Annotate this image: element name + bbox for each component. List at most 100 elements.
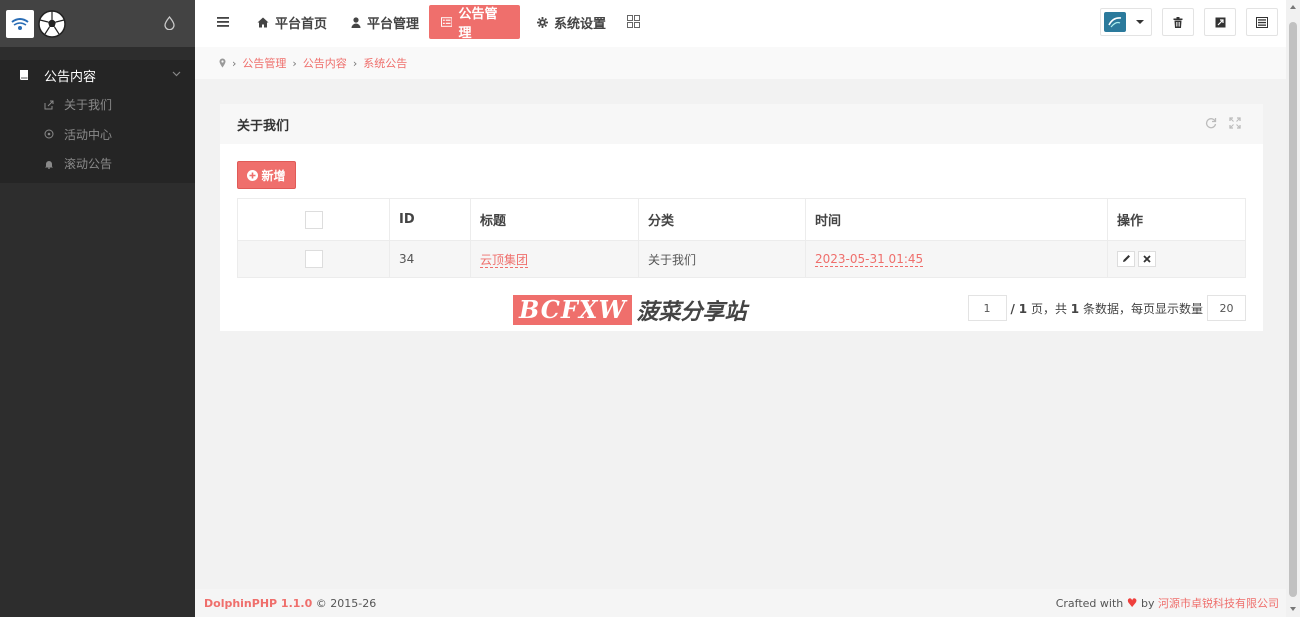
cell-actions bbox=[1107, 240, 1246, 278]
footer: DolphinPHP 1.1.0 © 2015-26 Crafted with … bbox=[195, 589, 1286, 617]
side-panel-button[interactable] bbox=[1246, 8, 1278, 36]
select-all-cell bbox=[237, 198, 390, 241]
nav-announcement-management[interactable]: 公告管理 bbox=[429, 5, 520, 41]
main-content: 关于我们 新增 ID 标题 分类 时间 操作 34 云顶集团 关于我们 2023… bbox=[195, 79, 1286, 589]
fullscreen-icon[interactable] bbox=[1229, 117, 1241, 129]
block-title: 关于我们 bbox=[237, 118, 290, 134]
nav-label: 公告管理 bbox=[458, 7, 498, 41]
row-select-cell bbox=[237, 240, 390, 278]
sidebar-item-about-us[interactable]: 关于我们 bbox=[0, 90, 195, 120]
breadcrumb-separator-icon: › bbox=[292, 56, 297, 70]
footer-by: by bbox=[1141, 597, 1155, 610]
watermark-box-text: BCFXW bbox=[513, 295, 633, 325]
refresh-icon[interactable] bbox=[1205, 117, 1217, 129]
apps-grid-icon[interactable] bbox=[627, 15, 640, 28]
football-icon[interactable] bbox=[38, 9, 66, 38]
pencil-icon bbox=[1122, 255, 1130, 263]
sidebar-group-label: 公告内容 bbox=[44, 69, 97, 85]
breadcrumb-item[interactable]: 系统公告 bbox=[363, 55, 407, 71]
breadcrumb-item[interactable]: 公告内容 bbox=[303, 55, 347, 71]
scroll-up-arrow-icon[interactable] bbox=[1290, 5, 1296, 9]
column-header[interactable]: 时间 bbox=[805, 198, 1108, 241]
theme-drop-icon[interactable] bbox=[164, 16, 175, 30]
cell-id: 34 bbox=[389, 240, 471, 278]
heart-icon: ♥ bbox=[1126, 596, 1138, 610]
add-button[interactable]: 新增 bbox=[237, 161, 296, 189]
menu-toggle-icon[interactable] bbox=[217, 17, 229, 27]
table-row: 34 云顶集团 关于我们 2023-05-31 01:45 bbox=[237, 240, 1246, 278]
home-icon bbox=[257, 17, 269, 27]
clear-cache-button[interactable] bbox=[1162, 8, 1194, 36]
sidebar-item-label: 滚动公告 bbox=[64, 157, 113, 172]
nav-platform-home[interactable]: 平台首页 bbox=[245, 5, 339, 39]
page-scrollbar[interactable] bbox=[1286, 0, 1300, 617]
sidebar-item-scroll-notice[interactable]: 滚动公告 bbox=[0, 149, 195, 179]
nav-system-settings[interactable]: 系统设置 bbox=[525, 5, 618, 39]
column-header[interactable]: 标题 bbox=[470, 198, 639, 241]
page-text-suffix: 条数据，每页显示数量 bbox=[1082, 301, 1203, 316]
total-pages: 1 bbox=[1018, 301, 1028, 316]
nav-label: 系统设置 bbox=[554, 16, 607, 32]
sidebar-header bbox=[0, 0, 195, 47]
footer-company-link[interactable]: 河源市卓锐科技有限公司 bbox=[1158, 597, 1279, 610]
data-table: ID 标题 分类 时间 操作 34 云顶集团 关于我们 2023-05-31 0… bbox=[237, 198, 1246, 278]
page-number-input[interactable]: 1 bbox=[967, 295, 1007, 321]
book-icon bbox=[19, 70, 28, 80]
caret-down-icon bbox=[1136, 20, 1144, 24]
column-header[interactable]: 分类 bbox=[638, 198, 806, 241]
scroll-down-arrow-icon[interactable] bbox=[1290, 607, 1296, 611]
sidebar-menu: 公告内容 关于我们 活动中心 滚动公告 bbox=[0, 60, 195, 183]
footer-left: DolphinPHP 1.1.0 © 2015-26 bbox=[204, 597, 376, 610]
column-header[interactable]: ID bbox=[389, 198, 471, 241]
pagination-info: / 1 页，共 1 条数据，每页显示数量 bbox=[1011, 300, 1203, 317]
footer-copyright: © 2015-26 bbox=[315, 596, 377, 610]
footer-right: Crafted with ♥ by 河源市卓锐科技有限公司 bbox=[1056, 595, 1279, 611]
nav-label: 平台首页 bbox=[275, 16, 328, 32]
title-edit-link[interactable]: 云顶集团 bbox=[480, 252, 529, 268]
add-button-label: 新增 bbox=[261, 168, 286, 183]
top-header: 平台首页 平台管理 公告管理 系统设置 bbox=[195, 0, 1286, 47]
sidebar-item-activity-center[interactable]: 活动中心 bbox=[0, 120, 195, 150]
cell-category: 关于我们 bbox=[638, 240, 806, 278]
avatar bbox=[1104, 12, 1126, 32]
trash-icon bbox=[1173, 16, 1183, 28]
chevron-down-icon bbox=[172, 71, 181, 77]
logo-icon bbox=[11, 17, 29, 30]
table-header-row: ID 标题 分类 时间 操作 bbox=[237, 198, 1246, 241]
share-icon bbox=[44, 100, 54, 110]
sidebar-group-announcement-content[interactable]: 公告内容 bbox=[0, 60, 195, 90]
avatar-icon bbox=[1108, 17, 1122, 28]
nav-platform-management[interactable]: 平台管理 bbox=[339, 5, 431, 39]
cell-time: 2023-05-31 01:45 bbox=[805, 240, 1108, 278]
cell-title: 云顶集团 bbox=[470, 240, 639, 278]
total-rows: 1 bbox=[1070, 301, 1080, 316]
user-menu-button[interactable] bbox=[1100, 8, 1152, 36]
scroll-thumb[interactable] bbox=[1289, 22, 1297, 597]
row-checkbox[interactable] bbox=[304, 250, 323, 268]
select-all-checkbox[interactable] bbox=[304, 210, 323, 229]
sidebar-item-label: 关于我们 bbox=[64, 98, 113, 113]
open-frontend-button[interactable] bbox=[1204, 8, 1236, 36]
bell-icon bbox=[45, 160, 53, 169]
breadcrumb-separator-icon: › bbox=[352, 56, 358, 70]
user-icon bbox=[351, 16, 361, 28]
list-icon bbox=[441, 17, 453, 27]
page-slash: / bbox=[1010, 301, 1015, 316]
page-size-input[interactable]: 20 bbox=[1207, 295, 1246, 321]
block-header: 关于我们 bbox=[220, 104, 1263, 144]
watermark-text: 菠菜分享站 bbox=[636, 300, 747, 325]
logo[interactable] bbox=[6, 9, 34, 38]
close-icon bbox=[1143, 255, 1151, 263]
breadcrumb-item[interactable]: 公告管理 bbox=[242, 55, 286, 71]
footer-brand-link[interactable]: DolphinPHP 1.1.0 bbox=[204, 597, 312, 610]
gear-icon bbox=[537, 16, 548, 28]
time-edit-link[interactable]: 2023-05-31 01:45 bbox=[815, 252, 924, 267]
circle-icon bbox=[44, 129, 54, 139]
edit-button[interactable] bbox=[1117, 250, 1135, 267]
map-marker-icon bbox=[219, 58, 226, 68]
column-header: 操作 bbox=[1107, 198, 1246, 241]
breadcrumb-separator-icon: › bbox=[232, 56, 237, 70]
external-link-icon bbox=[1215, 17, 1225, 27]
delete-button[interactable] bbox=[1137, 251, 1156, 268]
plus-circle-icon bbox=[247, 169, 259, 181]
